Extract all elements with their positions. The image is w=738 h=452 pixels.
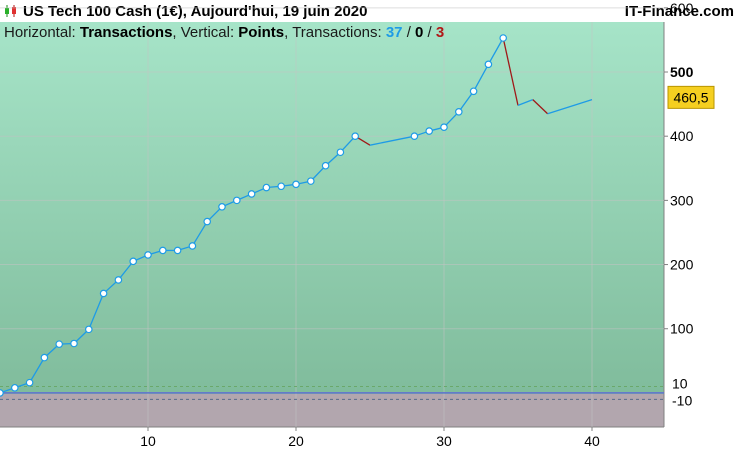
count-losing: 3 [435, 24, 445, 41]
data-point [484, 60, 493, 69]
data-point [188, 242, 197, 250]
y-tick-label: 400 [670, 128, 694, 144]
chart-window: US Tech 100 Cash (1€), Aujourd'hui, 19 j… [0, 0, 738, 452]
data-point [11, 383, 19, 392]
data-point [144, 251, 152, 259]
y-tick-label: 300 [670, 192, 694, 208]
data-point [425, 127, 434, 135]
y-tick-label: 600 [670, 0, 694, 16]
data-point [351, 132, 360, 140]
data-point [277, 182, 286, 191]
x-tick-label: 20 [288, 433, 304, 449]
data-point [203, 217, 212, 226]
chart-legend: Horizontal: Transactions, Vertical: Poin… [4, 24, 444, 41]
data-point [292, 180, 300, 189]
data-point [40, 353, 49, 362]
data-point [85, 325, 93, 334]
data-point [469, 87, 478, 96]
vertical-value: Points [238, 24, 285, 41]
last-value-label: 460,5 [673, 89, 708, 105]
x-tick-label: 40 [584, 433, 600, 449]
level-label: -10 [672, 392, 692, 408]
y-tick-label: 200 [670, 257, 694, 273]
data-point [55, 340, 64, 348]
data-point [247, 190, 256, 198]
data-point [159, 246, 167, 255]
data-point [129, 257, 138, 266]
data-point [410, 132, 419, 140]
chart-area: 10-10 100200300400500600 10 20 30 40 460,5 [0, 0, 738, 452]
count-winning: 37 [385, 24, 403, 41]
vertical-label: , Vertical: [172, 24, 239, 41]
transactions-label: , Transactions: [284, 24, 386, 41]
data-point [440, 123, 448, 132]
data-point [218, 202, 226, 211]
axis-background [664, 22, 738, 432]
data-point [25, 378, 34, 387]
y-tick-label: 100 [670, 321, 694, 337]
data-point [454, 108, 463, 116]
data-point [70, 339, 78, 348]
count-separator-2: / [423, 24, 436, 41]
data-point [99, 289, 108, 298]
data-point [262, 183, 271, 192]
horizontal-value: Transactions [79, 24, 173, 41]
horizontal-label: Horizontal: [4, 24, 80, 41]
data-point [336, 148, 345, 157]
x-tick-label: 10 [140, 433, 156, 449]
data-point [233, 196, 241, 205]
last-value-badge: 460,5 [667, 85, 715, 109]
data-point [499, 34, 508, 42]
y-tick-label: 500 [670, 64, 694, 80]
data-point [306, 177, 315, 185]
plot-background [0, 22, 664, 394]
count-separator-1: / [402, 24, 416, 41]
data-point [0, 389, 4, 397]
x-axis-background [0, 427, 738, 452]
data-point [114, 276, 123, 284]
data-point [321, 161, 330, 170]
x-tick-label: 30 [436, 433, 452, 449]
data-point [173, 246, 182, 255]
level-label: 10 [672, 375, 688, 391]
